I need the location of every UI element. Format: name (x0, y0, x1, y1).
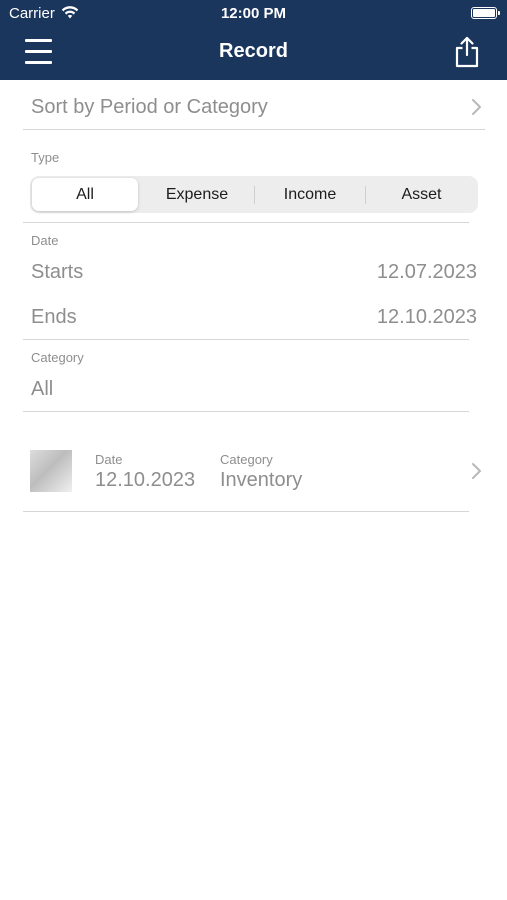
category-row[interactable]: All (23, 374, 469, 406)
record-category: Inventory (220, 469, 303, 491)
date-ends-row[interactable]: Ends 12.10.2023 (23, 298, 485, 338)
starts-label: Starts (31, 261, 84, 283)
status-time: 12:00 PM (220, 5, 287, 22)
segment-all[interactable]: All (32, 178, 138, 211)
record-thumbnail (30, 450, 72, 492)
divider (23, 339, 469, 340)
type-segmented-control: All Expense Income Asset (30, 176, 478, 213)
record-date-label: Date (95, 452, 123, 467)
ends-label: Ends (31, 306, 77, 328)
divider (23, 222, 469, 223)
sort-label: Sort by Period or Category (31, 96, 268, 118)
segment-asset[interactable]: Asset (367, 178, 476, 211)
record-category-label: Category (220, 452, 273, 467)
sort-row[interactable]: Sort by Period or Category (23, 82, 485, 130)
divider (23, 411, 469, 412)
share-icon[interactable] (454, 36, 480, 68)
nav-bar: Carrier 12:00 PM Record (0, 0, 507, 80)
page-title: Record (219, 40, 288, 62)
segment-expense[interactable]: Expense (142, 178, 252, 211)
category-label: Category (31, 350, 84, 365)
date-starts-row[interactable]: Starts 12.07.2023 (23, 253, 485, 293)
segment-divider (365, 186, 366, 204)
record-date: 12.10.2023 (95, 469, 196, 491)
category-value: All (31, 378, 54, 400)
chevron-right-icon (472, 463, 481, 479)
segment-income[interactable]: Income (256, 178, 364, 211)
segment-divider (254, 186, 255, 204)
battery-icon (471, 7, 500, 19)
ends-value: 12.10.2023 (376, 306, 477, 328)
date-label: Date (31, 233, 59, 248)
record-list-item[interactable]: Date 12.10.2023 Category Inventory (23, 440, 485, 512)
divider (23, 511, 469, 512)
type-label: Type (31, 150, 60, 165)
starts-value: 12.07.2023 (376, 261, 477, 283)
chevron-right-icon (472, 99, 481, 115)
